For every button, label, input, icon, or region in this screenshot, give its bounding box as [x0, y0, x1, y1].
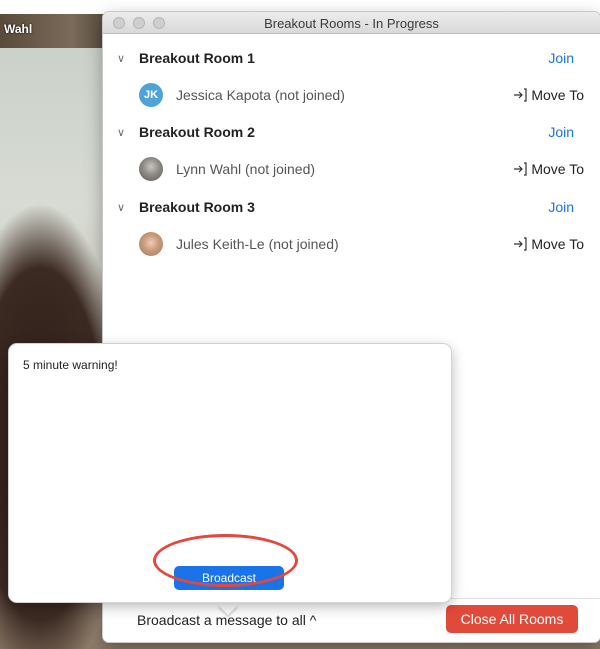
- member-name: Jessica Kapota (not joined): [176, 87, 345, 103]
- window-titlebar: Breakout Rooms - In Progress: [103, 12, 600, 34]
- join-room-3-button[interactable]: Join: [548, 199, 574, 215]
- chevron-down-icon[interactable]: ∨: [117, 52, 125, 65]
- room-header-2[interactable]: ∨ Breakout Room 2 Join: [103, 122, 600, 142]
- move-to-icon: [514, 162, 527, 176]
- close-all-rooms-button[interactable]: Close All Rooms: [446, 605, 578, 633]
- highlight-annotation: [153, 534, 298, 587]
- room-header-1[interactable]: ∨ Breakout Room 1 Join: [103, 48, 600, 68]
- join-room-1-button[interactable]: Join: [548, 50, 574, 66]
- room-header-3[interactable]: ∨ Breakout Room 3 Join: [103, 197, 600, 217]
- participant-name-tag: Wahl: [4, 22, 33, 36]
- room-name: Breakout Room 1: [139, 50, 255, 66]
- move-to-button[interactable]: Move To: [513, 236, 584, 252]
- room-name: Breakout Room 3: [139, 199, 255, 215]
- bottom-bar: Broadcast a message to all ^ Close All R…: [103, 598, 600, 642]
- avatar: [139, 157, 163, 181]
- chevron-down-icon[interactable]: ∨: [117, 126, 125, 139]
- avatar: JK: [139, 83, 163, 107]
- room-3-member: Jules Keith-Le (not joined) Move To: [103, 231, 600, 257]
- move-to-label: Move To: [531, 161, 584, 177]
- move-to-label: Move To: [531, 87, 584, 103]
- member-name: Lynn Wahl (not joined): [176, 161, 316, 177]
- move-to-icon: [514, 237, 527, 251]
- move-to-button[interactable]: Move To: [513, 87, 584, 103]
- join-room-2-button[interactable]: Join: [548, 124, 574, 140]
- move-to-button[interactable]: Move To: [513, 161, 584, 177]
- room-2-member: Lynn Wahl (not joined) Move To: [103, 156, 600, 182]
- avatar: [139, 232, 163, 256]
- room-1-member: JK Jessica Kapota (not joined) Move To: [103, 82, 600, 108]
- room-name: Breakout Room 2: [139, 124, 255, 140]
- move-to-icon: [514, 88, 527, 102]
- member-name: Jules Keith-Le (not joined): [176, 236, 339, 252]
- window-title: Breakout Rooms - In Progress: [264, 16, 439, 31]
- broadcast-message-input[interactable]: 5 minute warning!: [23, 358, 118, 372]
- move-to-label: Move To: [531, 236, 584, 252]
- chevron-down-icon[interactable]: ∨: [117, 201, 125, 214]
